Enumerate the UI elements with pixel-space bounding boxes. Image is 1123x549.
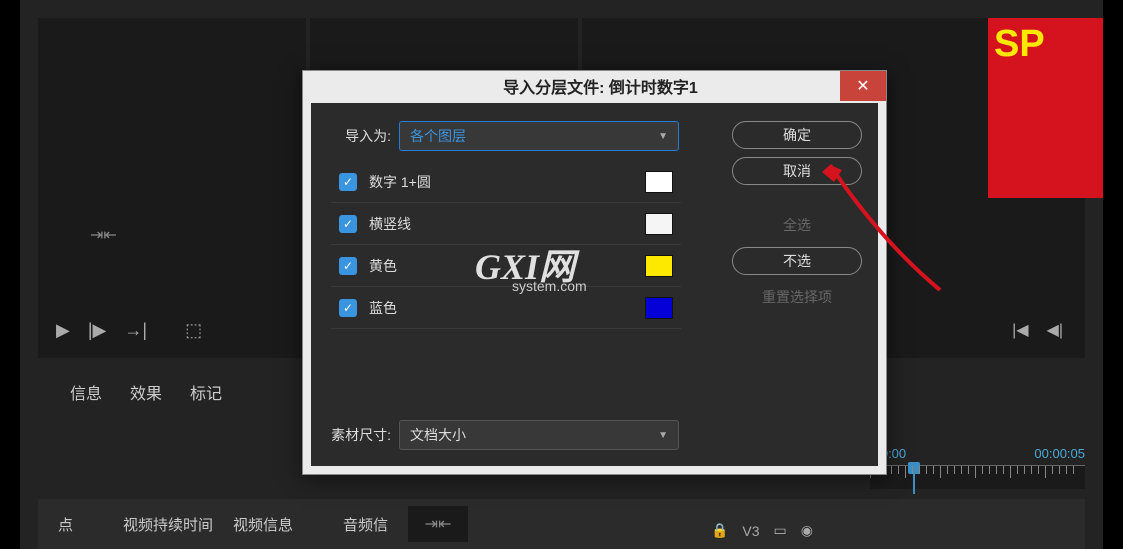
color-swatch <box>645 171 673 193</box>
layer-name: 数字 1+圆 <box>369 172 645 192</box>
step-icon[interactable]: |▶ <box>88 320 107 341</box>
tab-row: 信息 效果 标记 <box>70 380 222 404</box>
layer-item[interactable]: ✓ 横竖线 <box>331 203 681 245</box>
panel-left <box>38 18 306 358</box>
marker-icon: ⇥⇤ <box>90 225 117 245</box>
label-audio-info: 音频信 <box>343 514 388 535</box>
snap-icon[interactable]: ⬚ <box>185 320 202 341</box>
tab-effects[interactable]: 效果 <box>130 380 162 404</box>
track-toggle-1[interactable]: ▭ <box>774 522 787 539</box>
import-as-label: 导入为: <box>327 126 391 146</box>
color-swatch <box>645 255 673 277</box>
chevron-down-icon: ▼ <box>658 430 668 441</box>
layer-item[interactable]: ✓ 蓝色 <box>331 287 681 329</box>
label-video-info: 视频信息 <box>233 514 293 535</box>
eye-icon[interactable]: ◉ <box>801 522 813 539</box>
layer-item[interactable]: ✓ 黄色 <box>331 245 681 287</box>
step-fwd-icon[interactable]: ◀| <box>1047 320 1063 340</box>
label-point: 点 <box>58 514 73 535</box>
timeline: :00:00 00:00:05 <box>870 446 1085 489</box>
select-none-button[interactable]: 不选 <box>732 247 862 275</box>
import-as-dropdown[interactable]: 各个图层 ▼ <box>399 121 679 151</box>
layer-name: 蓝色 <box>369 298 645 318</box>
layer-name: 黄色 <box>369 256 645 276</box>
color-swatch <box>645 213 673 235</box>
cancel-button[interactable]: 取消 <box>732 157 862 185</box>
color-swatch <box>645 297 673 319</box>
footage-size-dropdown[interactable]: 文档大小 ▼ <box>399 420 679 450</box>
red-thumbnail: SP <box>988 18 1103 198</box>
bottom-bar: 点 视频持续时间 视频信息 音频信 ⇥⇤ <box>38 499 1085 549</box>
step-back-icon[interactable]: |◀ <box>1012 320 1028 340</box>
track-label[interactable]: V3 <box>742 523 759 539</box>
layer-checkbox[interactable]: ✓ <box>339 173 357 191</box>
label-video-duration: 视频持续时间 <box>123 514 213 535</box>
tab-markers[interactable]: 标记 <box>190 380 222 404</box>
close-button[interactable]: ✕ <box>840 71 886 101</box>
reset-selection-button[interactable]: 重置选择项 <box>732 283 862 311</box>
splice-button[interactable]: ⇥⇤ <box>408 506 468 542</box>
transport-controls-left: ▶ |▶ →| ⬚ <box>56 320 202 341</box>
close-icon: ✕ <box>856 76 869 96</box>
select-all-button[interactable]: 全选 <box>732 211 862 239</box>
footage-size-label: 素材尺寸: <box>327 425 391 445</box>
layer-checkbox[interactable]: ✓ <box>339 215 357 233</box>
chevron-down-icon: ▼ <box>658 131 668 142</box>
lock-icon[interactable]: 🔒 <box>711 522 728 539</box>
tab-info[interactable]: 信息 <box>70 380 102 404</box>
layer-name: 横竖线 <box>369 214 645 234</box>
timeline-ruler[interactable] <box>870 465 1085 489</box>
dialog-title: 导入分层文件: 倒计时数字1 <box>315 74 886 98</box>
ok-button[interactable]: 确定 <box>732 121 862 149</box>
time-end: 00:00:05 <box>1034 446 1085 461</box>
layer-item[interactable]: ✓ 数字 1+圆 <box>331 161 681 203</box>
layer-checkbox[interactable]: ✓ <box>339 299 357 317</box>
transport-controls-right: |◀ ◀| <box>1012 320 1063 340</box>
import-layered-dialog: 导入分层文件: 倒计时数字1 ✕ 导入为: 各个图层 ▼ ✓ 数字 1+圆 ✓ … <box>302 70 887 475</box>
jump-icon[interactable]: →| <box>124 320 147 341</box>
layer-list: ✓ 数字 1+圆 ✓ 横竖线 ✓ 黄色 ✓ 蓝色 <box>331 161 681 329</box>
layer-checkbox[interactable]: ✓ <box>339 257 357 275</box>
play-icon[interactable]: ▶ <box>56 320 70 341</box>
track-controls: 🔒 V3 ▭ ◉ <box>711 522 813 539</box>
